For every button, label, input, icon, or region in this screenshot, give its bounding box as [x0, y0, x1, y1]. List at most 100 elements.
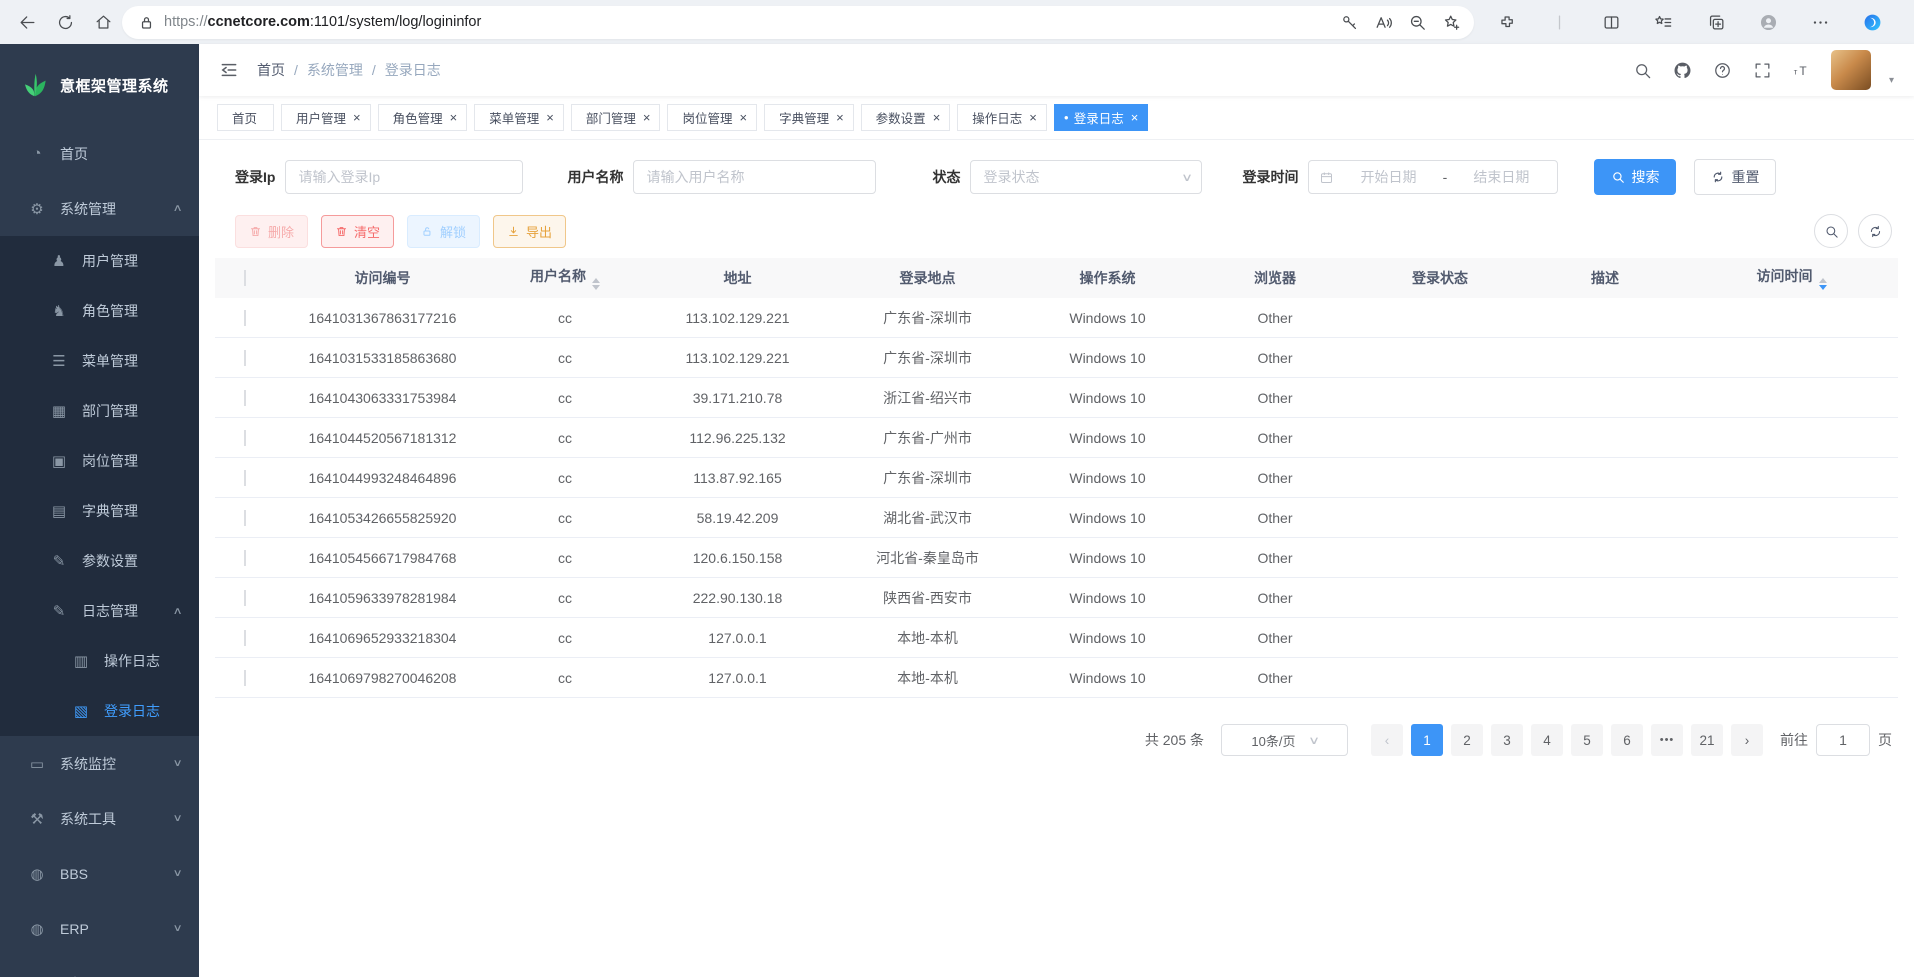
add-favorite-icon[interactable] [1434, 7, 1468, 37]
prev-page-button[interactable]: ‹ [1371, 724, 1403, 756]
tab-close-icon[interactable]: × [1131, 110, 1139, 125]
row-checkbox[interactable] [244, 550, 246, 566]
tab-dict-manage[interactable]: 字典管理 × [764, 104, 854, 131]
page-button-1[interactable]: 1 [1411, 724, 1443, 756]
col-header-description[interactable]: 描述 [1525, 268, 1685, 288]
sidebar-collapse-icon[interactable] [215, 56, 243, 84]
more-pages-button[interactable]: ••• [1651, 724, 1683, 756]
breadcrumb-item[interactable]: 登录日志 [385, 60, 441, 80]
clear-button[interactable]: 清空 [321, 215, 394, 248]
tab-close-icon[interactable]: × [643, 110, 651, 125]
password-key-icon[interactable] [1332, 7, 1366, 37]
col-header-address[interactable]: 地址 [640, 268, 835, 288]
col-header-visit-id[interactable]: 访问编号 [275, 268, 490, 288]
copilot-icon[interactable] [1854, 3, 1892, 41]
col-header-browser[interactable]: 浏览器 [1195, 268, 1355, 288]
sidebar-item-bbs[interactable]: ◍ BBS ∨ [0, 846, 199, 901]
tab-close-icon[interactable]: × [546, 110, 554, 125]
url-text[interactable]: https://ccnetcore.com:1101/system/log/lo… [164, 14, 1332, 30]
help-icon[interactable] [1711, 58, 1735, 82]
sidebar-item-post-manage[interactable]: ▣ 岗位管理 [0, 436, 199, 486]
avatar-caret-icon[interactable]: ▾ [1889, 75, 1894, 90]
tab-user-manage[interactable]: 用户管理 × [281, 104, 371, 131]
sidebar-item-home[interactable]: ◔ 首页 [0, 126, 199, 181]
col-header-os[interactable]: 操作系统 [1020, 268, 1195, 288]
split-screen-icon[interactable] [1593, 3, 1631, 41]
sidebar-item-role-manage[interactable]: ♞ 角色管理 [0, 286, 199, 336]
unlock-button[interactable]: 解锁 [407, 215, 480, 248]
page-button-2[interactable]: 2 [1451, 724, 1483, 756]
row-checkbox[interactable] [244, 310, 246, 326]
sidebar-item-operation-log[interactable]: ▥ 操作日志 [0, 636, 199, 686]
page-button-6[interactable]: 6 [1611, 724, 1643, 756]
search-button[interactable]: 搜索 [1594, 159, 1676, 195]
export-button[interactable]: 导出 [493, 215, 566, 248]
user-avatar[interactable] [1831, 50, 1871, 90]
tab-menu-manage[interactable]: 菜单管理 × [474, 104, 564, 131]
sidebar-item-user-manage[interactable]: ♟ 用户管理 [0, 236, 199, 286]
tab-close-icon[interactable]: × [739, 110, 747, 125]
read-aloud-icon[interactable] [1366, 7, 1400, 37]
toolbar-divider[interactable] [1540, 3, 1578, 41]
tab-close-icon[interactable]: × [1029, 110, 1037, 125]
row-checkbox[interactable] [244, 470, 246, 486]
table-refresh-button[interactable] [1858, 214, 1892, 248]
row-checkbox[interactable] [244, 390, 246, 406]
col-header-login-location[interactable]: 登录地点 [835, 268, 1020, 288]
sidebar-item-login-log[interactable]: ▧ 登录日志 [0, 686, 199, 736]
row-checkbox[interactable] [244, 510, 246, 526]
sidebar-item-system-manage[interactable]: ⚙ 系统管理 ∧ [0, 181, 199, 236]
home-icon[interactable] [84, 3, 122, 41]
page-button-5[interactable]: 5 [1571, 724, 1603, 756]
col-header-user-name[interactable]: 用户名称 [490, 266, 640, 290]
col-header-visit-time[interactable]: 访问时间 [1685, 266, 1898, 290]
fullscreen-icon[interactable] [1751, 58, 1775, 82]
back-icon[interactable] [8, 3, 46, 41]
browser-profile-icon[interactable] [1749, 3, 1787, 41]
breadcrumb-item[interactable]: 系统管理 [307, 60, 363, 80]
page-button-4[interactable]: 4 [1531, 724, 1563, 756]
zoom-out-icon[interactable] [1400, 7, 1434, 37]
sort-carets-icon[interactable] [592, 278, 600, 290]
date-range-picker[interactable]: 开始日期 - 结束日期 [1308, 160, 1558, 194]
sidebar-item-menu-manage[interactable]: ☰ 菜单管理 [0, 336, 199, 386]
tab-close-icon[interactable]: × [836, 110, 844, 125]
page-button-3[interactable]: 3 [1491, 724, 1523, 756]
sidebar-item-dept-manage[interactable]: ▦ 部门管理 [0, 386, 199, 436]
tab-close-icon[interactable]: × [933, 110, 941, 125]
extensions-icon[interactable] [1488, 3, 1526, 41]
status-select[interactable]: 登录状态 ∨ [970, 160, 1202, 194]
refresh-icon[interactable] [46, 3, 84, 41]
col-header-login-status[interactable]: 登录状态 [1355, 268, 1525, 288]
sidebar-item-param-setting[interactable]: ✎ 参数设置 [0, 536, 199, 586]
row-checkbox[interactable] [244, 350, 246, 366]
table-search-button[interactable] [1814, 214, 1848, 248]
page-button-21[interactable]: 21 [1691, 724, 1723, 756]
sidebar-item-log-manage[interactable]: ✎ 日志管理 ∧ [0, 586, 199, 636]
tab-dept-manage[interactable]: 部门管理 × [571, 104, 661, 131]
tab-operation-log[interactable]: 操作日志 × [957, 104, 1047, 131]
browser-menu-icon[interactable] [1802, 3, 1840, 41]
collections-icon[interactable] [1697, 3, 1735, 41]
sidebar-item-dict-manage[interactable]: ▤ 字典管理 [0, 486, 199, 536]
font-size-icon[interactable]: тT [1791, 58, 1815, 82]
tab-param-setting[interactable]: 参数设置 × [861, 104, 951, 131]
tab-post-manage[interactable]: 岗位管理 × [667, 104, 757, 131]
tab-login-log[interactable]: ● 登录日志 × [1054, 104, 1148, 131]
tab-home[interactable]: 首页 [217, 104, 274, 131]
sort-carets-icon[interactable] [1819, 278, 1827, 290]
sidebar-item-erp[interactable]: ◍ ERP ∨ [0, 901, 199, 956]
row-checkbox[interactable] [244, 670, 246, 686]
sidebar-item-system-monitor[interactable]: ▭ 系统监控 ∨ [0, 736, 199, 791]
page-size-select[interactable]: 10条/页 ∨ [1221, 724, 1348, 756]
user-name-input[interactable] [633, 160, 876, 194]
favorites-bar-icon[interactable] [1645, 3, 1683, 41]
tab-close-icon[interactable]: × [450, 110, 458, 125]
row-checkbox[interactable] [244, 590, 246, 606]
select-all-checkbox[interactable] [244, 270, 246, 286]
sidebar-item-system-tools[interactable]: ⚒ 系统工具 ∨ [0, 791, 199, 846]
breadcrumb-item[interactable]: 首页 [257, 60, 285, 80]
row-checkbox[interactable] [244, 430, 246, 446]
login-ip-input[interactable] [285, 160, 523, 194]
delete-button[interactable]: 删除 [235, 215, 308, 248]
